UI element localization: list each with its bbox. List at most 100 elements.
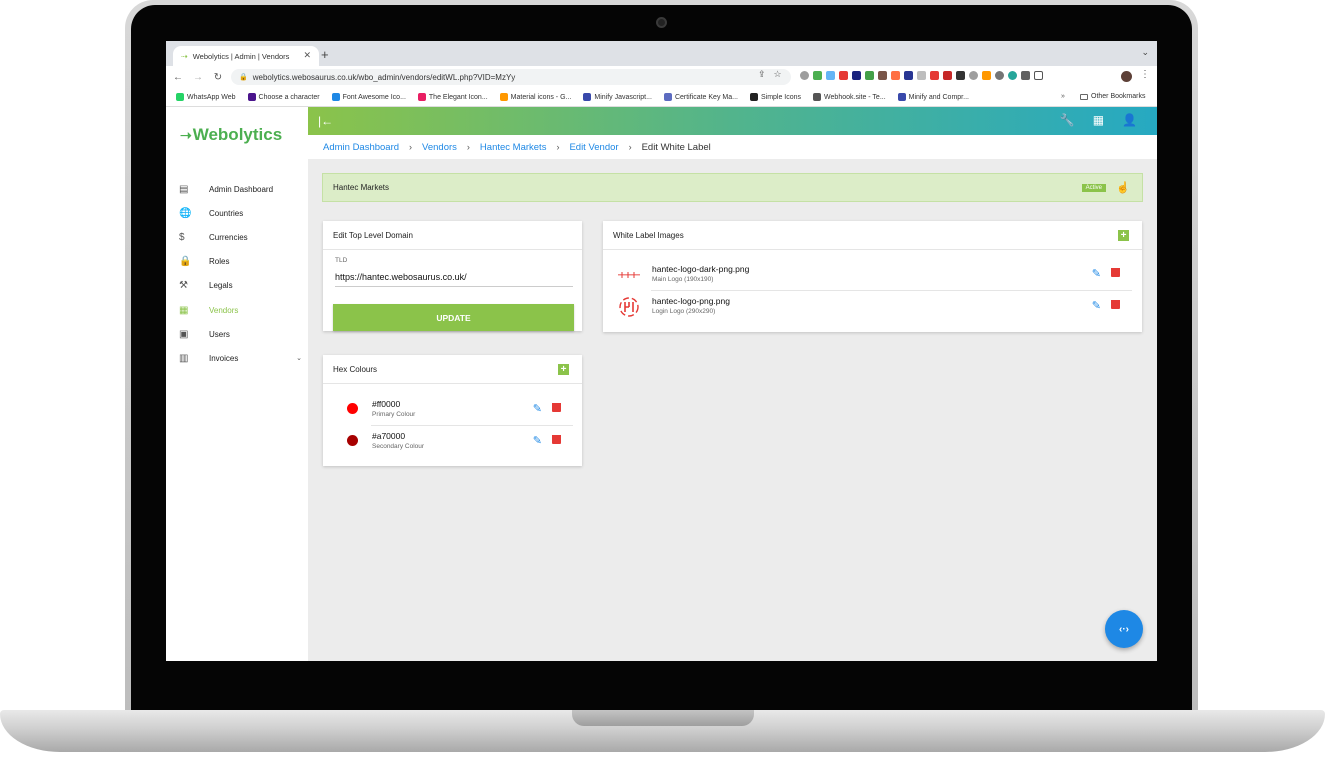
bookmark-item[interactable]: The Elegant Icon... [417, 93, 488, 101]
tab-title: Webolytics | Admin | Vendors [192, 51, 290, 61]
sidebar-item-countries[interactable]: 🌐 Countries [178, 201, 302, 225]
add-colour-button[interactable]: + [558, 364, 569, 375]
extension-icon[interactable] [969, 71, 978, 80]
chevron-down-icon[interactable]: ⌄ [1141, 47, 1149, 58]
image-row: hantec-logo-dark-png.png Main Logo (190x1… [617, 259, 1132, 291]
image-row: hantec-logo-png.png Login Logo (290x290) ✎ [617, 291, 1132, 323]
folder-icon [1080, 93, 1088, 100]
bookmark-label: Certificate Key Ma... [674, 93, 738, 101]
reload-icon[interactable]: ↻ [210, 72, 226, 83]
new-tab-icon[interactable]: + [321, 47, 329, 62]
bookmark-favicon-icon [749, 93, 758, 101]
edit-pencil-icon[interactable]: ✎ [1092, 299, 1101, 312]
extension-icon[interactable] [1008, 71, 1017, 80]
extension-icon[interactable] [852, 71, 861, 80]
puzzle-icon[interactable] [1021, 71, 1030, 80]
breadcrumb-link[interactable]: Edit Vendor [569, 142, 618, 153]
extension-icon[interactable] [930, 71, 939, 80]
bookmarks-bar: WhatsApp Web Choose a character Font Aweso… [166, 88, 1157, 107]
sidebar-icon[interactable] [1034, 71, 1043, 80]
extension-icon[interactable] [917, 71, 926, 80]
screen: ⇢ Webolytics | Admin | Vendors ✕ + ⌄ ← →… [166, 41, 1157, 661]
extension-icon[interactable] [995, 71, 1004, 80]
sidebar-item-users[interactable]: ▣ Users [178, 322, 302, 346]
bookmark-item[interactable]: WhatsApp Web [176, 93, 236, 101]
vendor-banner: Hantec Markets Active ☝ [322, 173, 1143, 202]
wallet-icon: ▥ [179, 352, 189, 364]
sidebar-item-vendors[interactable]: ▦ Vendors [178, 298, 302, 322]
bookmark-favicon-icon [583, 93, 592, 101]
bookmark-item[interactable]: Simple Icons [749, 93, 801, 101]
collapse-sidebar-icon[interactable]: |← [318, 114, 333, 128]
back-icon[interactable]: ← [170, 72, 186, 83]
status-badge: Active [1081, 184, 1106, 192]
fab-code-icon[interactable]: ‹·› [1105, 610, 1143, 648]
user-icon[interactable]: 👤 [1122, 113, 1137, 127]
bookmark-item[interactable]: Webhook.site - Te... [813, 93, 886, 101]
image-file-name: hantec-logo-dark-png.png [652, 264, 750, 274]
delete-trash-icon[interactable] [551, 401, 562, 412]
extension-icon[interactable] [865, 71, 874, 80]
extension-icon[interactable] [904, 71, 913, 80]
extension-icon[interactable] [891, 71, 900, 80]
edit-pencil-icon[interactable]: ✎ [533, 434, 542, 447]
profile-avatar[interactable] [1121, 71, 1132, 82]
sidebar-item-invoices[interactable]: ▥ Invoices ⌄ [178, 346, 302, 370]
colour-row: #a70000 Secondary Colour ✎ [343, 426, 573, 458]
bookmark-item[interactable]: Certificate Key Ma... [663, 93, 738, 101]
bookmarks-overflow[interactable]: » [1061, 93, 1065, 100]
sidebar-item-label: Invoices [209, 353, 239, 363]
breadcrumb-link[interactable]: Hantec Markets [480, 142, 547, 153]
breadcrumb-link[interactable]: Admin Dashboard [323, 142, 399, 153]
bookmark-item[interactable]: Choose a character [247, 93, 320, 101]
add-image-button[interactable]: + [1118, 230, 1129, 241]
dashboard-icon[interactable]: ▦ [1093, 113, 1104, 127]
bookmark-item[interactable]: Material icons - G... [499, 93, 571, 101]
delete-trash-icon[interactable] [551, 433, 562, 444]
edit-pencil-icon[interactable]: ✎ [1092, 267, 1101, 280]
sidebar-item-label: Countries [209, 208, 244, 218]
other-bookmarks[interactable]: Other Bookmarks [1080, 93, 1145, 100]
card-title: Edit Top Level Domain [323, 221, 582, 250]
sidebar-item-label: Users [209, 329, 230, 339]
sidebar-item-admin-dashboard[interactable]: ▤ Admin Dashboard [178, 177, 302, 201]
sidebar-item-legals[interactable]: ⚒ Legals [178, 274, 302, 298]
pointer-hand-icon[interactable]: ☝ [1116, 181, 1130, 194]
lock-icon: 🔒 [239, 74, 248, 81]
sidebar-item-roles[interactable]: 🔒 Roles [178, 250, 302, 274]
bookmark-label: Minify and Compr... [908, 93, 969, 101]
extension-icon[interactable] [813, 71, 822, 80]
extension-icon[interactable] [839, 71, 848, 80]
star-icon[interactable]: ☆ [774, 69, 782, 80]
breadcrumb-link[interactable]: Vendors [422, 142, 457, 153]
address-bar[interactable]: 🔒 webolytics.webosaurus.co.uk/wbo_admin/… [231, 69, 791, 85]
bookmark-label: WhatsApp Web [187, 93, 236, 101]
update-button[interactable]: UPDATE [333, 304, 574, 331]
sidebar-nav: ▤ Admin Dashboard 🌐 Countries $ Currencies 🔒 Ro… [178, 177, 302, 371]
bookmark-item[interactable]: Font Awesome Ico... [331, 93, 406, 101]
extension-icon[interactable] [878, 71, 887, 80]
bookmark-item[interactable]: Minify Javascript... [583, 93, 652, 101]
bookmark-item[interactable]: Minify and Compr... [897, 93, 969, 101]
share-icon[interactable]: ⇪ [758, 69, 766, 80]
extension-icon[interactable] [943, 71, 952, 80]
delete-trash-icon[interactable] [1110, 298, 1121, 309]
forward-icon[interactable]: → [190, 72, 206, 83]
extensions [800, 71, 1043, 80]
edit-pencil-icon[interactable]: ✎ [533, 402, 542, 415]
extension-icon[interactable] [826, 71, 835, 80]
tld-input[interactable] [335, 267, 573, 287]
browser-tab[interactable]: ⇢ Webolytics | Admin | Vendors ✕ [173, 46, 319, 66]
more-menu-icon[interactable]: ⋮ [1140, 69, 1150, 80]
card-title: Hex Colours [333, 364, 378, 374]
logo[interactable]: ➝ Webolytics [180, 125, 282, 145]
sidebar-item-currencies[interactable]: $ Currencies [178, 225, 302, 249]
close-icon[interactable]: ✕ [303, 50, 311, 61]
extension-icon[interactable] [800, 71, 809, 80]
sidebar-item-label: Legals [209, 281, 233, 291]
bookmark-label: Font Awesome Ico... [342, 93, 406, 101]
extension-icon[interactable] [982, 71, 991, 80]
wrench-icon[interactable]: 🔧 [1060, 113, 1075, 127]
delete-trash-icon[interactable] [1110, 266, 1121, 277]
extension-icon[interactable] [956, 71, 965, 80]
